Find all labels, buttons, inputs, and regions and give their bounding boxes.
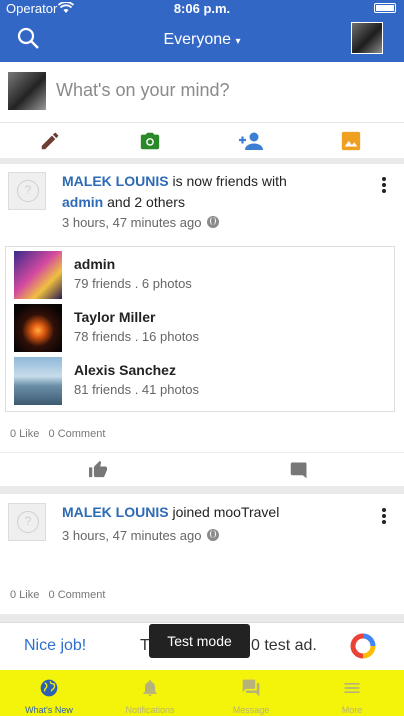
globe-icon	[40, 679, 58, 697]
camera-icon	[140, 132, 160, 150]
tab-message[interactable]: Message	[211, 670, 291, 716]
chat-icon	[242, 679, 260, 697]
ad-headline: Nice job!	[24, 637, 87, 654]
thumbs-up-icon	[89, 460, 107, 478]
friend-stats: 79 friends . 6 photos	[74, 276, 192, 291]
feed-filter-label: Everyone	[163, 31, 232, 48]
friend-photo[interactable]	[14, 304, 62, 352]
test-mode-toast: Test mode	[149, 624, 250, 658]
friend-photo[interactable]	[14, 251, 62, 299]
target-link[interactable]: admin	[62, 194, 103, 210]
friend-name[interactable]: Taylor Miller	[74, 309, 155, 325]
friend-name[interactable]: admin	[74, 256, 115, 272]
tab-label: Message	[232, 705, 270, 715]
like-count[interactable]: 0 Like	[10, 589, 39, 601]
user-avatar[interactable]: ?	[8, 503, 46, 541]
composer-avatar	[8, 72, 46, 110]
like-button[interactable]	[88, 460, 108, 483]
comment-count[interactable]: 0 Comment	[49, 589, 106, 601]
post-menu-button[interactable]	[382, 177, 386, 195]
others-text: and 2 others	[107, 194, 185, 210]
image-icon	[341, 131, 361, 151]
tab-label: Notifications	[125, 705, 175, 715]
camera-button[interactable]	[139, 130, 161, 152]
friend-stats: 78 friends . 16 photos	[74, 329, 200, 344]
status-time: 8:06 p.m.	[173, 1, 231, 16]
bell-icon	[143, 680, 157, 697]
post-menu-button[interactable]	[382, 508, 386, 526]
post-headline: MALEK LOUNIS is now friends with admin a…	[62, 171, 362, 213]
friends-list	[5, 246, 395, 412]
profile-avatar[interactable]	[351, 22, 383, 54]
ad-text-end: 0 test ad.	[251, 637, 317, 654]
tab-label: What's New	[25, 705, 73, 715]
timestamp: 3 hours, 47 minutes ago	[62, 528, 202, 543]
actor-link[interactable]: MALEK LOUNIS	[62, 173, 169, 189]
pencil-icon	[41, 132, 59, 150]
timestamp: 3 hours, 47 minutes ago	[62, 215, 202, 230]
user-placeholder-icon: ?	[17, 180, 39, 202]
action-text: joined mooTravel	[172, 504, 280, 520]
post-time: 3 hours, 47 minutes ago	[62, 215, 220, 230]
write-post-button[interactable]	[39, 130, 61, 152]
globe-icon	[207, 216, 220, 228]
status-input[interactable]: What's on your mind?	[56, 80, 230, 101]
friend-stats: 81 friends . 41 photos	[74, 382, 200, 397]
divider	[0, 122, 404, 123]
add-friend-button[interactable]	[238, 130, 264, 152]
caret-down-icon: ▾	[235, 36, 241, 47]
post-counts: 0 Like 0 Comment	[10, 428, 105, 440]
tab-notifications[interactable]: Notifications	[110, 670, 190, 716]
feed-filter-dropdown[interactable]: Everyone ▾	[0, 31, 404, 49]
add-person-icon	[239, 132, 263, 150]
post-time: 3 hours, 47 minutes ago	[62, 528, 220, 543]
globe-icon	[207, 529, 220, 541]
comment-count[interactable]: 0 Comment	[49, 428, 106, 440]
divider	[0, 452, 404, 453]
tab-label: More	[341, 705, 363, 715]
actor-link[interactable]: MALEK LOUNIS	[62, 504, 169, 520]
user-avatar[interactable]: ?	[8, 172, 46, 210]
photo-button[interactable]	[340, 130, 362, 152]
ad-choices-icon[interactable]	[350, 633, 376, 659]
user-placeholder-icon: ?	[17, 511, 39, 533]
battery-icon	[374, 3, 396, 13]
tab-whats-new[interactable]: What's New	[9, 670, 89, 716]
friend-photo[interactable]	[14, 357, 62, 405]
post-headline: MALEK LOUNIS joined mooTravel	[62, 502, 362, 523]
tab-more[interactable]: More	[312, 670, 392, 716]
action-text: is now friends with	[172, 173, 287, 189]
menu-icon	[344, 683, 360, 693]
comment-icon	[290, 462, 307, 479]
like-count[interactable]: 0 Like	[10, 428, 39, 440]
post-counts: 0 Like 0 Comment	[10, 589, 105, 601]
comment-button[interactable]	[290, 461, 308, 484]
friend-name[interactable]: Alexis Sanchez	[74, 362, 176, 378]
